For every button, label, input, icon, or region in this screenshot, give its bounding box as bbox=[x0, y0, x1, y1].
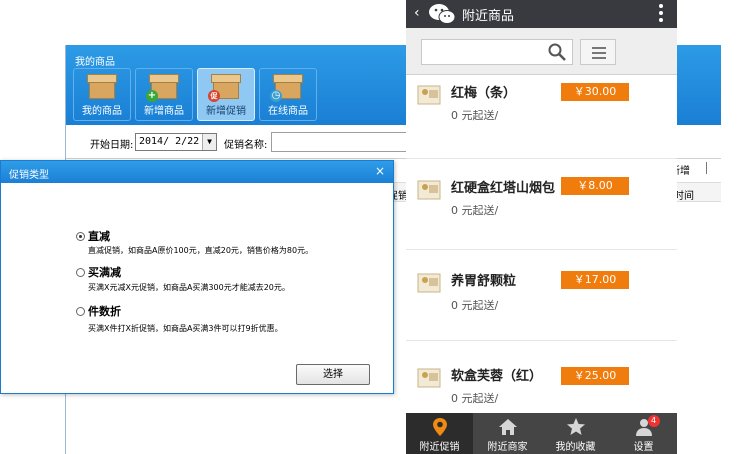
product-thumbnail-icon bbox=[417, 180, 441, 200]
select-button[interactable]: 选择 bbox=[296, 364, 370, 385]
back-chevron-icon[interactable]: ‹ bbox=[414, 6, 420, 20]
min-order-text: 0 元起送/ bbox=[451, 204, 499, 217]
dialog-title: 促销类型 bbox=[9, 170, 49, 181]
tab-label: 我的收藏 bbox=[555, 442, 596, 453]
tool-label: 在线商品 bbox=[268, 106, 308, 117]
tool-label: 我的商品 bbox=[82, 106, 122, 117]
home-icon bbox=[498, 419, 517, 435]
phone-screen: ‹ 附近商品 红梅（条） ￥30.00 0 元起送/ 红硬盒红塔山烟包 ￥8.0… bbox=[406, 0, 677, 454]
start-date-value: 2014/ 2/22 bbox=[139, 136, 200, 147]
option-description: 直减促销，如商品A原价100元，直减20元，销售价格为80元。 bbox=[88, 246, 314, 255]
tab-my-favorites[interactable]: 我的收藏 bbox=[542, 413, 609, 454]
notification-badge: 4 bbox=[647, 415, 660, 427]
start-date-picker[interactable]: 2014/ 2/22 ▼ bbox=[135, 133, 217, 151]
list-item[interactable]: 养胃舒颗粒 ￥17.00 0 元起送/ bbox=[406, 251, 677, 341]
box-promo-icon: 促 bbox=[208, 74, 241, 102]
option-spend-reduce[interactable]: 买满减 bbox=[76, 264, 121, 280]
tool-add-product-button[interactable]: + 新增商品 bbox=[135, 68, 193, 121]
option-label: 件数折 bbox=[88, 305, 121, 318]
product-thumbnail-icon bbox=[417, 273, 441, 293]
location-pin-icon bbox=[432, 418, 447, 436]
search-input[interactable] bbox=[421, 39, 573, 65]
item-name: 红硬盒红塔山烟包 bbox=[451, 181, 556, 196]
item-name: 养胃舒颗粒 bbox=[451, 274, 517, 289]
tool-online-products-button[interactable]: ◷ 在线商品 bbox=[259, 68, 317, 121]
tab-label: 设置 bbox=[633, 442, 654, 453]
option-quantity-discount[interactable]: 件数折 bbox=[76, 303, 121, 319]
item-name: 软盒芙蓉（红） bbox=[451, 369, 543, 384]
toolbar-separator bbox=[706, 162, 707, 174]
box-icon bbox=[87, 74, 117, 100]
promo-name-label: 促销名称: bbox=[224, 140, 268, 151]
more-vertical-icon[interactable] bbox=[659, 4, 663, 24]
bottom-tab-bar: 附近促销 附近商家 我的收藏 4 设置 bbox=[406, 413, 677, 454]
min-order-text: 0 元起送/ bbox=[451, 109, 499, 122]
option-direct-discount[interactable]: 直减 bbox=[76, 228, 110, 244]
star-icon bbox=[566, 418, 585, 435]
radio-icon[interactable] bbox=[76, 307, 85, 316]
option-description: 买满X件打X折促销，如商品A买满3件可以打9折优惠。 bbox=[88, 324, 283, 333]
tab-settings[interactable]: 4 设置 bbox=[610, 413, 677, 454]
item-name: 红梅（条） bbox=[451, 86, 517, 101]
list-item[interactable]: 软盒芙蓉（红） ￥25.00 0 元起送/ bbox=[406, 342, 677, 413]
list-item[interactable]: 红梅（条） ￥30.00 0 元起送/ bbox=[406, 76, 677, 159]
price-tag: ￥17.00 bbox=[561, 271, 629, 289]
option-description: 买满X元减X元促销，如商品A买满300元才能减去20元。 bbox=[88, 283, 290, 292]
tab-label: 附近促销 bbox=[419, 442, 460, 453]
product-thumbnail-icon bbox=[417, 85, 441, 105]
radio-icon[interactable] bbox=[76, 268, 85, 277]
tool-label: 新增促销 bbox=[206, 106, 246, 117]
tab-nearby-promotions[interactable]: 附近促销 bbox=[406, 413, 473, 454]
product-thumbnail-icon bbox=[417, 368, 441, 388]
start-date-label: 开始日期: bbox=[90, 140, 134, 151]
price-tag: ￥30.00 bbox=[561, 83, 629, 101]
option-label: 直减 bbox=[88, 230, 110, 243]
search-icon[interactable] bbox=[548, 43, 566, 61]
tab-label: 附近商家 bbox=[487, 442, 528, 453]
box-add-icon: + bbox=[146, 74, 179, 102]
radio-checked-icon[interactable] bbox=[76, 232, 85, 241]
tool-add-promotion-button[interactable]: 促 新增促销 bbox=[197, 68, 255, 121]
grid-header-time: 时间 bbox=[674, 191, 694, 202]
option-label: 买满减 bbox=[88, 266, 121, 279]
min-order-text: 0 元起送/ bbox=[451, 299, 499, 312]
list-view-icon[interactable] bbox=[580, 39, 616, 65]
price-tag: ￥8.00 bbox=[561, 177, 629, 195]
tab-nearby-merchants[interactable]: 附近商家 bbox=[474, 413, 541, 454]
phone-title: 附近商品 bbox=[462, 9, 515, 24]
box-clock-icon: ◷ bbox=[270, 74, 303, 102]
dropdown-arrow-icon[interactable]: ▼ bbox=[202, 134, 216, 150]
tool-label: 新增商品 bbox=[144, 106, 184, 117]
min-order-text: 0 元起送/ bbox=[451, 392, 499, 405]
tool-my-products-button[interactable]: 我的商品 bbox=[73, 68, 131, 121]
wechat-logo-icon bbox=[429, 4, 456, 24]
app-title: 我的商品 bbox=[75, 57, 115, 68]
price-tag: ￥25.00 bbox=[561, 367, 629, 385]
list-item[interactable]: 红硬盒红塔山烟包 ￥8.00 0 元起送/ bbox=[406, 160, 677, 250]
phone-header: ‹ 附近商品 bbox=[406, 0, 677, 28]
close-icon[interactable]: × bbox=[375, 163, 385, 179]
dialog-title-bar: 促销类型 × bbox=[1, 161, 393, 183]
user-settings-icon: 4 bbox=[634, 415, 660, 437]
search-area bbox=[406, 28, 677, 75]
promotion-type-dialog: 促销类型 × 直减 直减促销，如商品A原价100元，直减20元，销售价格为80元… bbox=[0, 160, 394, 394]
